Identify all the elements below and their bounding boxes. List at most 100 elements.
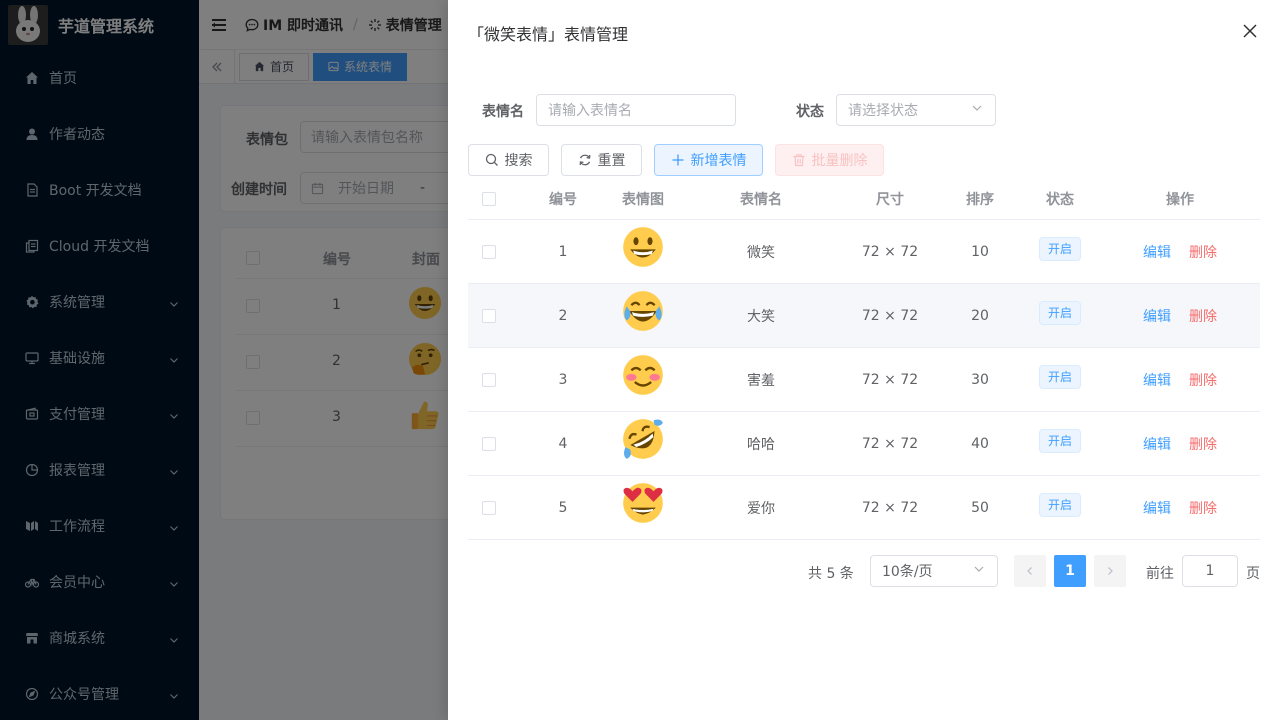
page-number-current[interactable]: 1	[1054, 555, 1086, 587]
row-checkbox[interactable]	[482, 308, 496, 323]
goto-page-value: 1	[1205, 563, 1215, 579]
rofl-emoji-icon	[622, 418, 664, 464]
cell-id: 4	[558, 435, 568, 452]
edit-link[interactable]: 编辑	[1143, 434, 1171, 454]
emoji-name-input[interactable]: 请输入表情名	[536, 94, 736, 126]
next-page-button[interactable]	[1094, 555, 1126, 587]
cell-size: 72 × 72	[861, 499, 919, 516]
page-size-select[interactable]: 10条/页	[870, 555, 998, 587]
cell-name: 大笑	[747, 308, 775, 325]
status-cell: 开启	[1038, 236, 1082, 261]
chevron-down-icon	[973, 563, 985, 579]
delete-link[interactable]: 删除	[1189, 498, 1217, 518]
row-checkbox[interactable]	[482, 500, 496, 515]
status-cell: 开启	[1038, 300, 1082, 325]
edit-link[interactable]: 编辑	[1143, 498, 1171, 518]
row-checkbox[interactable]	[482, 372, 496, 387]
delete-link[interactable]: 删除	[1189, 306, 1217, 326]
page-size-value: 10条/页	[882, 564, 933, 580]
goto-page-input[interactable]: 1	[1182, 555, 1238, 587]
cell-size: 72 × 72	[861, 435, 919, 452]
cell-id: 2	[558, 307, 568, 324]
plus-icon	[671, 153, 685, 167]
trash-icon	[792, 153, 806, 167]
edit-link[interactable]: 编辑	[1143, 242, 1171, 262]
cell-name: 微笑	[747, 244, 775, 261]
batch-delete-button-label: 批量删除	[811, 153, 868, 169]
chevron-right-icon	[1108, 567, 1113, 575]
status-badge: 开启	[1038, 428, 1082, 453]
chevron-left-icon	[1027, 567, 1032, 575]
table-row: 4 哈哈 72 × 72 40 开启 编辑 删除	[468, 412, 1260, 476]
pagination-total: 共 5 条	[808, 566, 854, 582]
cell-size: 72 × 72	[861, 371, 919, 388]
table-row: 1 微笑 72 × 72 10 开启 编辑 删除	[468, 220, 1260, 284]
prev-page-button[interactable]	[1014, 555, 1046, 587]
cell-id: 1	[558, 243, 568, 260]
search-button[interactable]: 搜索	[468, 144, 549, 176]
status-cell: 开启	[1038, 364, 1082, 389]
emoji-name-placeholder: 请输入表情名	[548, 103, 632, 119]
emoji-drawer: 「微笑表情」表情管理 表情名 请输入表情名 状态 请选择状态 搜索 重置 新增表…	[448, 0, 1280, 720]
delete-link[interactable]: 删除	[1189, 434, 1217, 454]
status-cell: 开启	[1038, 428, 1082, 453]
cell-size: 72 × 72	[861, 243, 919, 260]
page-suffix: 页	[1246, 566, 1260, 582]
status-placeholder: 请选择状态	[848, 103, 918, 119]
cell-name: 害羞	[747, 372, 775, 389]
row-checkbox[interactable]	[482, 436, 496, 451]
th-image: 表情图	[622, 191, 664, 208]
smile-emoji-icon	[622, 226, 664, 272]
cell-sort: 30	[971, 371, 989, 388]
modal-overlay[interactable]	[0, 0, 199, 720]
table-row: 2 大笑 72 × 72 20 开启 编辑 删除	[468, 284, 1260, 348]
close-icon[interactable]	[1242, 23, 1258, 39]
edit-link[interactable]: 编辑	[1143, 306, 1171, 326]
table-header: 编号 表情图 表情名 尺寸 排序 状态 操作	[468, 178, 1260, 220]
reset-button[interactable]: 重置	[561, 144, 642, 176]
status-label: 状态	[796, 104, 824, 120]
cell-sort: 50	[971, 499, 989, 516]
delete-link[interactable]: 删除	[1189, 370, 1217, 390]
cell-id: 5	[558, 499, 568, 516]
cell-name: 爱你	[747, 500, 775, 517]
th-id: 编号	[549, 191, 577, 208]
th-sort: 排序	[966, 191, 994, 208]
table-row: 3 害羞 72 × 72 30 开启 编辑 删除	[468, 348, 1260, 412]
refresh-icon	[578, 153, 592, 167]
cell-id: 3	[558, 371, 568, 388]
modal-overlay[interactable]	[199, 0, 448, 720]
delete-link[interactable]: 删除	[1189, 242, 1217, 262]
cell-sort: 20	[971, 307, 989, 324]
emoji-table: 编号 表情图 表情名 尺寸 排序 状态 操作 1 微笑 72 × 72 10 开启 编辑删…	[468, 178, 1260, 540]
status-select[interactable]: 请选择状态	[836, 94, 996, 126]
reset-button-label: 重置	[597, 153, 626, 169]
search-icon	[485, 153, 499, 167]
cell-sort: 10	[971, 243, 989, 260]
status-cell: 开启	[1038, 492, 1082, 517]
th-size: 尺寸	[876, 191, 904, 208]
laugh-tears-emoji-icon	[622, 290, 664, 336]
search-button-label: 搜索	[504, 153, 533, 169]
add-emoji-button[interactable]: 新增表情	[654, 144, 763, 176]
chevron-down-icon	[971, 102, 983, 118]
batch-delete-button[interactable]: 批量删除	[775, 144, 884, 176]
th-name: 表情名	[740, 191, 782, 208]
goto-label: 前往	[1146, 566, 1174, 582]
cell-name: 哈哈	[747, 436, 775, 453]
table-body: 1 微笑 72 × 72 10 开启 编辑 删除 2 大笑 72 × 72 20 开启 编辑 删除 3 害羞 7…	[468, 220, 1260, 540]
status-badge: 开启	[1038, 300, 1082, 325]
status-badge: 开启	[1038, 492, 1082, 517]
status-badge: 开启	[1038, 236, 1082, 261]
cell-size: 72 × 72	[861, 307, 919, 324]
cell-sort: 40	[971, 435, 989, 452]
status-badge: 开启	[1038, 364, 1082, 389]
row-checkbox[interactable]	[482, 244, 496, 259]
select-all-checkbox[interactable]	[482, 191, 496, 206]
edit-link[interactable]: 编辑	[1143, 370, 1171, 390]
heart-eyes-emoji-icon	[622, 482, 664, 528]
th-actions: 操作	[1166, 191, 1194, 208]
th-status: 状态	[1046, 191, 1074, 208]
blush-emoji-icon	[622, 354, 664, 400]
drawer-title: 「微笑表情」表情管理	[468, 25, 629, 44]
